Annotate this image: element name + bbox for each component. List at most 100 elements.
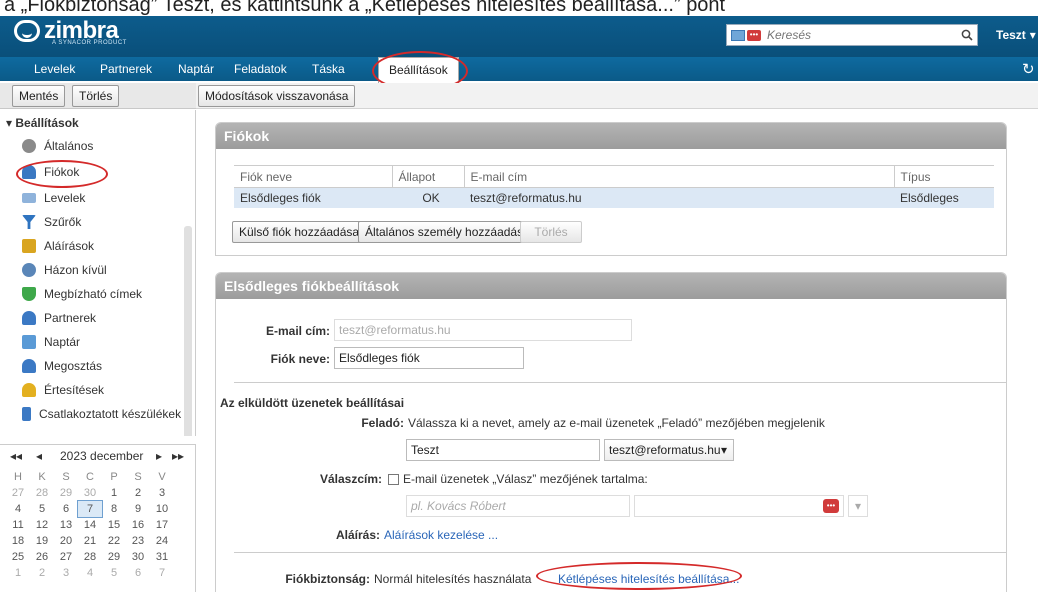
- add-external-account-button[interactable]: Külső fiók hozzáadása: [232, 221, 367, 243]
- reply-to-dropdown[interactable]: ▾: [848, 495, 868, 517]
- tree-item-csatlakoztatott-keszulekek[interactable]: Csatlakoztatott készülékek: [22, 404, 181, 424]
- calendar-day[interactable]: 3: [150, 485, 174, 501]
- calendar-day[interactable]: 29: [54, 485, 78, 501]
- calendar-day[interactable]: 1: [102, 485, 126, 501]
- col-email[interactable]: E-mail cím: [463, 165, 894, 188]
- search-scope-icon[interactable]: •••: [731, 28, 763, 42]
- cell-account-name: Elsődleges fiók: [234, 187, 392, 208]
- calendar-day[interactable]: 6: [126, 565, 150, 581]
- calendar-day[interactable]: 28: [78, 549, 102, 565]
- search-input[interactable]: [763, 28, 957, 42]
- calendar-day[interactable]: 6: [54, 501, 78, 517]
- tree-item-naptar[interactable]: Naptár: [22, 332, 80, 352]
- delete-account-button[interactable]: Törlés: [520, 221, 582, 243]
- search-icon[interactable]: [957, 25, 977, 45]
- calendar-day[interactable]: 14: [78, 517, 102, 533]
- gear-icon: [22, 139, 36, 153]
- calendar-day[interactable]: 5: [102, 565, 126, 581]
- calendar-day[interactable]: 22: [102, 533, 126, 549]
- calendar-day[interactable]: 18: [6, 533, 30, 549]
- next-year-icon[interactable]: ▸▸: [172, 449, 184, 463]
- calendar-day[interactable]: 10: [150, 501, 174, 517]
- from-address-select[interactable]: teszt@reformatus.hu ▾: [604, 439, 734, 461]
- address-picker-icon[interactable]: •••: [823, 499, 839, 513]
- calendar-day[interactable]: 9: [126, 501, 150, 517]
- calendar-day[interactable]: 11: [6, 517, 30, 533]
- calendar-day[interactable]: 25: [6, 549, 30, 565]
- calendar-day[interactable]: 31: [150, 549, 174, 565]
- account-name-field[interactable]: Elsődleges fiók: [334, 347, 524, 369]
- col-allapot[interactable]: Állapot: [391, 165, 464, 188]
- delete-button[interactable]: Törlés: [72, 85, 120, 107]
- calendar-dow: P: [110, 471, 118, 483]
- tree-item-szurok[interactable]: Szűrők: [22, 212, 81, 232]
- calendar-day[interactable]: 7: [150, 565, 174, 581]
- tree-heading[interactable]: ▾ Beállítások: [6, 116, 79, 130]
- tree-item-ertesitesek[interactable]: Értesítések: [22, 380, 104, 400]
- calendar-day[interactable]: 29: [102, 549, 126, 565]
- calendar-day[interactable]: 7: [77, 500, 103, 518]
- calendar-day[interactable]: 2: [30, 565, 54, 581]
- col-fiok-neve[interactable]: Fiók neve: [234, 165, 392, 188]
- tree-item-megbizhato-cimek[interactable]: Megbízható címek: [22, 284, 142, 304]
- calendar-day[interactable]: 12: [30, 517, 54, 533]
- calendar-dow: V: [158, 471, 166, 483]
- from-name-field[interactable]: Teszt: [406, 439, 600, 461]
- tree-item-altalanos[interactable]: Általános: [22, 136, 93, 156]
- calendar-day[interactable]: 1: [6, 565, 30, 581]
- reply-to-checkbox[interactable]: [388, 474, 399, 486]
- tree-item-megosztas[interactable]: Megosztás: [22, 356, 102, 376]
- tab-naptar[interactable]: Naptár: [178, 57, 214, 81]
- reply-to-address-field[interactable]: •••: [634, 495, 844, 517]
- calendar-header: ◂◂ ◂ 2023 december ▸ ▸▸: [0, 449, 196, 465]
- user-menu[interactable]: Teszt ▾: [996, 28, 1036, 42]
- calendar-day[interactable]: 15: [102, 517, 126, 533]
- tab-taska[interactable]: Táska: [312, 57, 345, 81]
- next-month-icon[interactable]: ▸: [156, 449, 162, 463]
- reply-to-option[interactable]: E-mail üzenetek „Válasz” mezőjének tarta…: [388, 472, 648, 486]
- calendar-day[interactable]: 30: [126, 549, 150, 565]
- calendar-day[interactable]: 19: [30, 533, 54, 549]
- calendar-day[interactable]: 16: [126, 517, 150, 533]
- calendar-day[interactable]: 4: [78, 565, 102, 581]
- tree-item-hazon-kivul[interactable]: Házon kívül: [22, 260, 107, 280]
- tree-item-partnerek[interactable]: Partnerek: [22, 308, 96, 328]
- save-button[interactable]: Mentés: [12, 85, 66, 107]
- tab-levelek[interactable]: Levelek: [34, 57, 75, 81]
- reply-to-name-field[interactable]: pl. Kovács Róbert: [406, 495, 630, 517]
- calendar-day[interactable]: 30: [78, 485, 102, 501]
- calendar-day[interactable]: 20: [54, 533, 78, 549]
- tree-scrollbar[interactable]: [184, 226, 192, 436]
- col-tipus[interactable]: Típus: [893, 165, 994, 188]
- calendar-day[interactable]: 8: [102, 501, 126, 517]
- calendar-day[interactable]: 17: [150, 517, 174, 533]
- calendar-day[interactable]: 23: [126, 533, 150, 549]
- calendar-day[interactable]: 13: [54, 517, 78, 533]
- calendar-day[interactable]: 24: [150, 533, 174, 549]
- calendar-day[interactable]: 27: [54, 549, 78, 565]
- tab-partnerek[interactable]: Partnerek: [100, 57, 152, 81]
- calendar-day[interactable]: 28: [30, 485, 54, 501]
- calendar-day[interactable]: 4: [6, 501, 30, 517]
- calendar-day[interactable]: 21: [78, 533, 102, 549]
- prev-year-icon[interactable]: ◂◂: [10, 449, 22, 463]
- calendar-day[interactable]: 2: [126, 485, 150, 501]
- add-persona-button[interactable]: Általános személy hozzáadása: [358, 221, 537, 243]
- tab-feladatok[interactable]: Feladatok: [234, 57, 287, 81]
- tree-item-levelek[interactable]: Levelek: [22, 188, 85, 208]
- manage-signatures-link[interactable]: Aláírások kezelése ...: [384, 528, 498, 542]
- undo-changes-button[interactable]: Módosítások visszavonása: [198, 85, 356, 107]
- zimbra-logo[interactable]: zimbra: [14, 19, 119, 43]
- from-address-value: teszt@reformatus.hu: [609, 443, 721, 457]
- tree-item-alairasok[interactable]: Aláírások: [22, 236, 94, 256]
- search-box: •••: [726, 24, 978, 46]
- refresh-icon[interactable]: ↻: [1022, 60, 1035, 78]
- prev-month-icon[interactable]: ◂: [36, 449, 42, 463]
- table-row[interactable]: Elsődleges fiók OK teszt@reformatus.hu E…: [234, 187, 994, 208]
- top-bar: zimbra A SYNACOR PRODUCT ••• Teszt ▾: [0, 16, 1038, 57]
- calendar-day[interactable]: 27: [6, 485, 30, 501]
- calendar-day[interactable]: 5: [30, 501, 54, 517]
- calendar-day[interactable]: 3: [54, 565, 78, 581]
- calendar-title[interactable]: 2023 december: [60, 449, 143, 463]
- calendar-day[interactable]: 26: [30, 549, 54, 565]
